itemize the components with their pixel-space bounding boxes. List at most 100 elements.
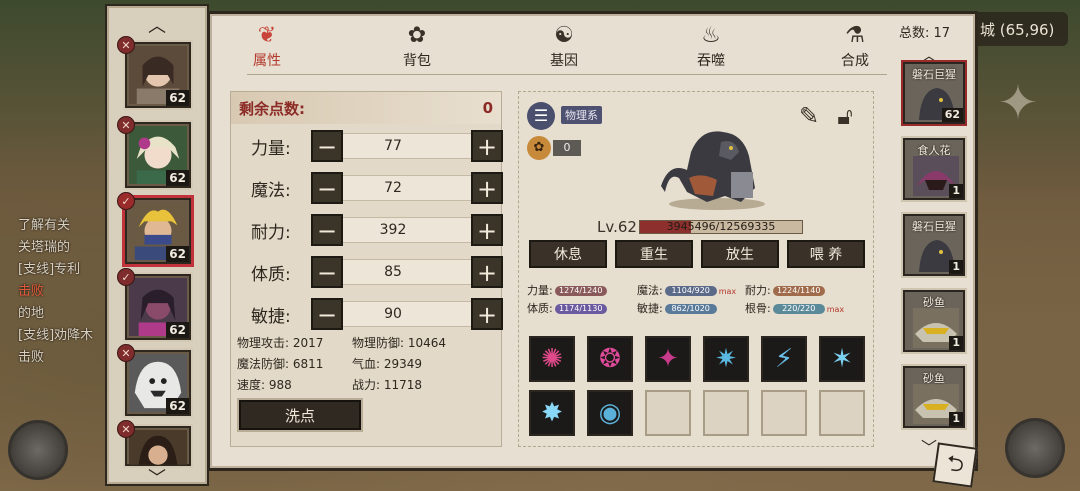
roster-pet-card[interactable]: 磐石巨猩 1	[903, 214, 965, 276]
building-round-button[interactable]	[1005, 418, 1065, 478]
skill-ice-star-icon[interactable]: ✸	[529, 390, 575, 436]
hero-portrait	[129, 430, 187, 465]
pet-name: 砂鱼	[923, 372, 945, 385]
chevron-down-icon[interactable]: ﹀	[107, 464, 207, 490]
increase-button[interactable]: +	[471, 214, 503, 246]
decrease-button[interactable]: −	[311, 256, 343, 288]
stat-label: 魔法:	[637, 284, 663, 297]
tab-devour[interactable]: ♨ 吞噬	[671, 22, 751, 70]
increase-button[interactable]: +	[471, 130, 503, 162]
devour-icon: ♨	[701, 23, 721, 48]
exp-bar: 3945496/12569335	[639, 220, 803, 234]
skill-ice-claw-icon[interactable]: ⚡	[761, 336, 807, 382]
derived-stats-row: 物理攻击: 2017 物理防御: 10464	[237, 334, 497, 351]
attribute-value: 392	[379, 222, 407, 238]
stat-bar: 220/220	[772, 304, 825, 314]
empty-skill-slot[interactable]	[761, 390, 807, 436]
remove-icon[interactable]: ✕	[117, 116, 135, 134]
return-arrow-icon[interactable]: ⮌	[932, 442, 978, 488]
pet-level: 1	[949, 184, 963, 198]
hero-card[interactable]: ✕ 62	[117, 344, 191, 416]
stat-label: 敏捷:	[637, 302, 663, 315]
skill-crimson-swirl-icon[interactable]: ❂	[587, 336, 633, 382]
hero-list[interactable]: ︿ ✕ 62 ✕ 62 ✓ 62 ✓ 62 ✕ 62 ✕ ﹀	[105, 4, 209, 489]
pet-level: 1	[949, 412, 963, 426]
hero-card[interactable]: ✕ 62	[117, 116, 191, 188]
hero-level: 62	[166, 170, 189, 186]
remove-icon[interactable]: ✕	[117, 420, 135, 438]
hero-card[interactable]: ✕ 62	[117, 36, 191, 108]
increase-button[interactable]: +	[471, 298, 503, 330]
remove-icon[interactable]: ✕	[117, 36, 135, 54]
stat-bar: 1174/1130	[554, 304, 607, 314]
empty-skill-slot[interactable]	[819, 390, 865, 436]
tab-bag[interactable]: ✿ 背包	[377, 22, 457, 70]
hero-level: 62	[166, 246, 189, 262]
remove-icon[interactable]: ✕	[117, 344, 135, 362]
hero-level: 62	[166, 398, 189, 414]
tab-attributes[interactable]: ❦ 属性	[227, 22, 307, 70]
attribute-value: 72	[384, 180, 402, 196]
roster-pet-card[interactable]: 砂鱼 1	[903, 290, 965, 352]
attribute-row-strength: 力量: − 77 +	[231, 130, 503, 162]
skill-ice-wave-icon[interactable]: ◉	[587, 390, 633, 436]
rebirth-button[interactable]: 重生	[615, 240, 693, 268]
tab-gene[interactable]: ☯ 基因	[524, 22, 604, 70]
skill-round-button[interactable]	[8, 420, 68, 480]
roster-pet-card[interactable]: 砂鱼 1	[903, 366, 965, 428]
hero-card-selected[interactable]: ✓ 62	[117, 192, 191, 264]
stat-bar: 1104/920	[664, 286, 717, 296]
pet-stat: 根骨: 220/220 max	[745, 300, 844, 316]
release-button[interactable]: 放生	[701, 240, 779, 268]
attribute-row-agility: 敏捷: − 90 +	[231, 298, 503, 330]
remove-icon[interactable]: ✓	[117, 192, 135, 210]
feed-button[interactable]: 喂 养	[787, 240, 865, 268]
roster-pet-card[interactable]: 食人花 1	[903, 138, 965, 200]
merge-icon: ⚗	[845, 23, 865, 48]
dna-icon: ☯	[554, 23, 574, 48]
rest-button[interactable]: 休息	[529, 240, 607, 268]
combat-power: 战力: 11718	[352, 378, 423, 392]
pet-stat: 敏捷: 862/1020	[637, 300, 717, 316]
chevron-down-icon[interactable]: ﹀	[921, 434, 937, 458]
hero-level: 62	[166, 322, 189, 338]
skill-ice-shatter-icon[interactable]: ✷	[703, 336, 749, 382]
hero-card[interactable]: ✓ 62	[117, 268, 191, 340]
decrease-button[interactable]: −	[311, 172, 343, 204]
tab-merge[interactable]: ⚗ 合成	[815, 22, 895, 70]
pet-name: 砂鱼	[923, 296, 945, 309]
attribute-value: 90	[384, 306, 402, 322]
decrease-button[interactable]: −	[311, 298, 343, 330]
skill-glyph: ❂	[599, 344, 621, 374]
decrease-button[interactable]: −	[311, 130, 343, 162]
remove-icon[interactable]: ✓	[117, 268, 135, 286]
lock-icon[interactable]: 🔓︎	[829, 100, 861, 132]
list-icon[interactable]: ☰	[527, 102, 555, 130]
remaining-points: 剩余点数: 0	[231, 92, 501, 124]
tab-bar: ❦ 属性 ✿ 背包 ☯ 基因 ♨ 吞噬 ⚗ 合成	[227, 22, 967, 75]
skill-glyph: ⚡	[774, 344, 794, 374]
physical-defense: 物理防御: 10464	[352, 336, 447, 350]
pet-name: 食人花	[917, 144, 951, 157]
pet-roster[interactable]: 总数: 17 ︿ 磐石巨猩 62 食人花 1 磐石巨猩 1 砂鱼 1 砂鱼 1 …	[893, 20, 973, 470]
skill-ice-shards-icon[interactable]: ✶	[819, 336, 865, 382]
attribute-label: 耐力:	[251, 223, 291, 243]
skill-crimson-shield-icon[interactable]: ✦	[645, 336, 691, 382]
decrease-button[interactable]: −	[311, 214, 343, 246]
hero-level: 62	[166, 90, 189, 106]
map-coordinate[interactable]: 城 (65,96)	[968, 12, 1068, 46]
roster-pet-card-selected[interactable]: 磐石巨猩 62	[903, 62, 965, 124]
pet-panel: ❦ 属性 ✿ 背包 ☯ 基因 ♨ 吞噬 ⚗ 合成 剩余点数: 0 力量: − 7…	[210, 14, 975, 468]
empty-skill-slot[interactable]	[703, 390, 749, 436]
chevron-up-icon[interactable]: ︿	[107, 12, 207, 38]
feather-icon[interactable]: ✎	[793, 100, 825, 132]
derived-stats-row: 速度: 988 战力: 11718	[237, 376, 497, 393]
skill-crimson-burst-icon[interactable]: ✺	[529, 336, 575, 382]
pet-level: 1	[949, 260, 963, 274]
empty-skill-slot[interactable]	[645, 390, 691, 436]
increase-button[interactable]: +	[471, 172, 503, 204]
reset-points-button[interactable]: 洗点	[239, 400, 361, 430]
hero-card[interactable]: ✕	[117, 420, 191, 466]
pet-name: 磐石巨猩	[912, 68, 956, 81]
increase-button[interactable]: +	[471, 256, 503, 288]
